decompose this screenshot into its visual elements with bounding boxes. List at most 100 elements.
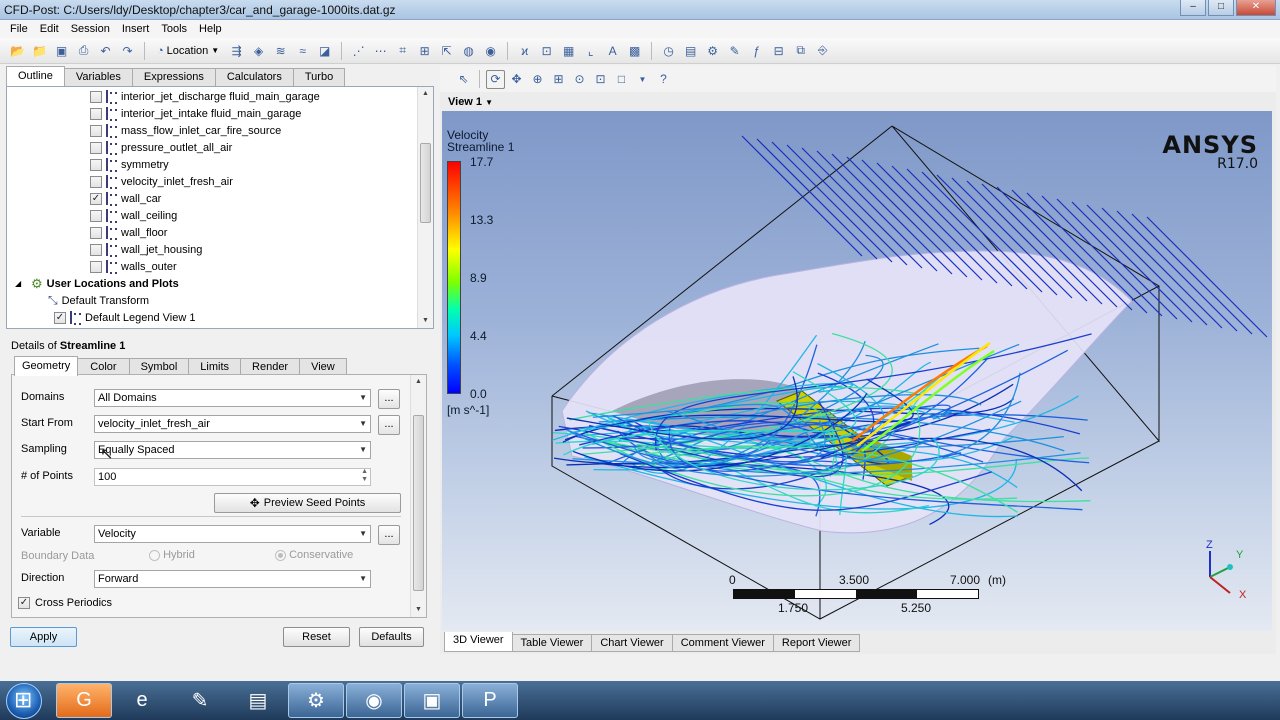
- variable-icon[interactable]: ϰ: [515, 41, 534, 60]
- hybrid-option[interactable]: Hybrid: [149, 549, 195, 561]
- comment-icon[interactable]: A: [603, 41, 622, 60]
- tree-item[interactable]: mass_flow_inlet_car_fire_source: [90, 122, 281, 139]
- location-dropdown[interactable]: ◔ Location ▼: [152, 41, 224, 61]
- tool-icon[interactable]: ✎: [172, 683, 228, 718]
- checkbox[interactable]: [90, 107, 102, 120]
- scroll-down-icon[interactable]: ▼: [411, 603, 426, 617]
- checkbox[interactable]: [90, 260, 102, 273]
- scroll-up-icon[interactable]: ▲: [418, 87, 433, 101]
- start-button[interactable]: [6, 683, 42, 719]
- checkbox[interactable]: [90, 226, 102, 239]
- preview-seed-points-button[interactable]: ✥ Preview Seed Points: [214, 493, 401, 513]
- domains-browse-button[interactable]: ...: [378, 389, 400, 409]
- contour-icon[interactable]: ◈: [249, 41, 268, 60]
- clip-plane-icon[interactable]: ◍: [459, 41, 478, 60]
- tree-item[interactable]: interior_jet_discharge fluid_main_garage: [90, 88, 320, 105]
- redo-icon[interactable]: ↷: [118, 41, 137, 60]
- app-icon[interactable]: ▣: [404, 683, 460, 718]
- case-comparison-icon[interactable]: ⧉: [791, 41, 810, 60]
- tree-group-user-locations[interactable]: ◢ ⚙ User Locations and Plots: [15, 275, 179, 292]
- particle-track-icon[interactable]: ≈: [293, 41, 312, 60]
- ansys-workbench-icon[interactable]: ⚙: [288, 683, 344, 718]
- isosurface-icon[interactable]: ⋰: [349, 41, 368, 60]
- spin-arrows-icon[interactable]: ▲ ▼: [361, 468, 368, 484]
- checkbox[interactable]: [90, 158, 102, 171]
- minimize-button[interactable]: –: [1180, 0, 1206, 16]
- cross-periodics-checkbox[interactable]: ✓: [18, 597, 30, 609]
- expression-icon[interactable]: ⊡: [537, 41, 556, 60]
- checkbox[interactable]: [90, 243, 102, 256]
- select-icon[interactable]: ⇖: [454, 70, 473, 89]
- instance-transform-icon[interactable]: ⇱: [437, 41, 456, 60]
- tree-item[interactable]: pressure_outlet_all_air: [90, 139, 232, 156]
- tree-item[interactable]: wall_ceiling: [90, 207, 177, 224]
- chevron-down-icon[interactable]: ▼: [633, 70, 652, 89]
- streamline-icon[interactable]: ≋: [271, 41, 290, 60]
- checkbox-checked[interactable]: ✓: [54, 311, 66, 324]
- macro-calculator-icon[interactable]: ⊟: [769, 41, 788, 60]
- view-selector[interactable]: View 1 ▼: [448, 96, 493, 108]
- domains-select[interactable]: All Domains ▼: [94, 389, 371, 407]
- tab-geometry[interactable]: Geometry: [14, 356, 79, 376]
- tab-report-viewer[interactable]: Report Viewer: [772, 634, 861, 652]
- internet-explorer-icon[interactable]: e: [114, 683, 170, 718]
- tab-outline[interactable]: Outline: [6, 66, 65, 86]
- tree-item[interactable]: wall_jet_housing: [90, 241, 202, 258]
- tree-scrollbar[interactable]: ▲ ▼: [417, 87, 433, 328]
- open-file-icon[interactable]: 📂: [8, 41, 27, 60]
- variable-browse-button[interactable]: ...: [378, 525, 400, 545]
- tab-turbo[interactable]: Turbo: [292, 68, 346, 86]
- print-icon[interactable]: ⎙: [74, 41, 93, 60]
- start-from-select[interactable]: velocity_inlet_fresh_air ▼: [94, 415, 371, 433]
- foxit-pdf-icon[interactable]: G: [56, 683, 112, 718]
- undo-icon[interactable]: ↶: [96, 41, 115, 60]
- tree-item[interactable]: walls_outer: [90, 258, 177, 275]
- 3d-viewport[interactable]: Velocity Streamline 1 17.7 13.3 8.9 4.4 …: [442, 111, 1272, 631]
- pan-icon[interactable]: ✥: [507, 70, 526, 89]
- apply-button[interactable]: Apply: [10, 627, 77, 647]
- maximize-button[interactable]: □: [1208, 0, 1234, 16]
- tree-item[interactable]: symmetry: [90, 156, 169, 173]
- conservative-option[interactable]: Conservative: [275, 549, 353, 561]
- points-input[interactable]: 100 ▲ ▼: [94, 468, 371, 486]
- viewport-layout-icon[interactable]: □: [612, 70, 631, 89]
- tab-variables[interactable]: Variables: [63, 68, 133, 86]
- reset-button[interactable]: Reset: [283, 627, 350, 647]
- menu-file[interactable]: File: [4, 23, 34, 35]
- quick-editor-icon[interactable]: ⚙: [703, 41, 722, 60]
- menu-session[interactable]: Session: [65, 23, 116, 35]
- checkbox[interactable]: [90, 175, 102, 188]
- variable-select[interactable]: Velocity ▼: [94, 525, 371, 543]
- checkbox[interactable]: [90, 141, 102, 154]
- tab-chart-viewer[interactable]: Chart Viewer: [591, 634, 673, 652]
- details-scrollbar[interactable]: ▲ ▼: [410, 375, 426, 617]
- file-explorer-icon[interactable]: ▤: [230, 683, 286, 718]
- tree-item[interactable]: interior_jet_intake fluid_main_garage: [90, 105, 301, 122]
- tree-item[interactable]: ⤡ Default Transform: [48, 292, 149, 309]
- color-map-icon[interactable]: ◉: [481, 41, 500, 60]
- menu-tools[interactable]: Tools: [155, 23, 193, 35]
- checkbox[interactable]: [90, 124, 102, 137]
- direction-select[interactable]: Forward ▼: [94, 570, 371, 588]
- chart-icon[interactable]: ⌞: [581, 41, 600, 60]
- tab-expressions[interactable]: Expressions: [131, 68, 216, 86]
- close-button[interactable]: ✕: [1236, 0, 1276, 16]
- volume-rendering-icon[interactable]: ◪: [315, 41, 334, 60]
- menu-help[interactable]: Help: [193, 23, 228, 35]
- collapse-icon[interactable]: ◢: [15, 279, 27, 288]
- tab-3d-viewer[interactable]: 3D Viewer: [444, 632, 513, 652]
- vector-icon[interactable]: ⇶: [227, 41, 246, 60]
- powerpoint-icon[interactable]: P: [462, 683, 518, 718]
- tree-item[interactable]: wall_floor: [90, 224, 167, 241]
- conservative-radio[interactable]: [275, 549, 286, 561]
- text-icon[interactable]: ⋯: [371, 41, 390, 60]
- tab-table-viewer[interactable]: Table Viewer: [511, 634, 593, 652]
- menu-insert[interactable]: Insert: [116, 23, 156, 35]
- fit-view-icon[interactable]: ⊡: [591, 70, 610, 89]
- legend-icon[interactable]: ⊞: [415, 41, 434, 60]
- probe-icon[interactable]: ✎: [725, 41, 744, 60]
- tree-item[interactable]: ✓ Default Legend View 1: [54, 309, 196, 326]
- defaults-button[interactable]: Defaults: [359, 627, 424, 647]
- checkbox-checked[interactable]: ✓: [90, 192, 102, 205]
- rotate-icon[interactable]: ⟳: [486, 69, 505, 89]
